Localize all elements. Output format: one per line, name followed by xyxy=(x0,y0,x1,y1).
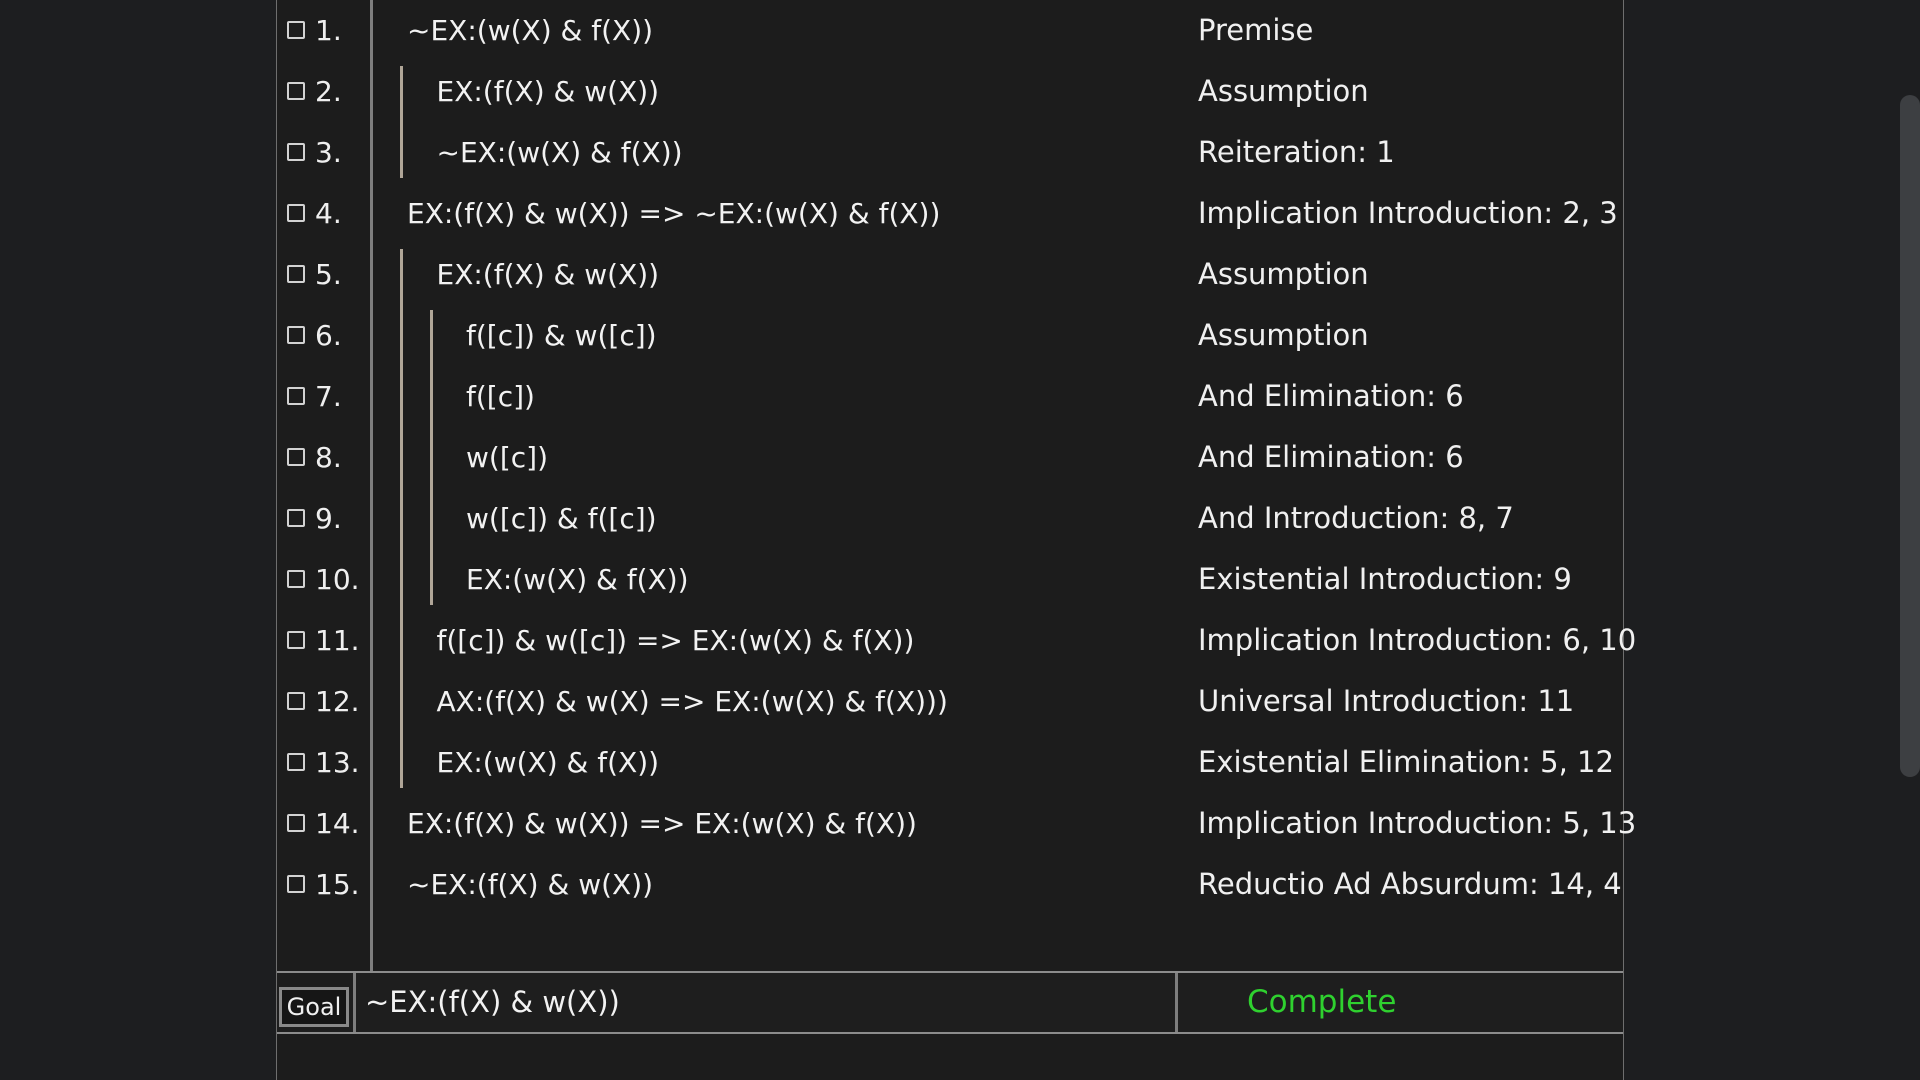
line-number: 14. xyxy=(315,807,360,840)
proof-line: 3. ~EX:(w(X) & f(X)) Reiteration: 1 xyxy=(277,122,1623,183)
line-formula[interactable]: f([c]) & w([c]) xyxy=(466,305,657,366)
line-justification[interactable]: And Elimination: 6 xyxy=(1198,427,1464,488)
proof-line: 13. EX:(w(X) & f(X)) Existential Eliminati… xyxy=(277,732,1623,793)
proof-line: 4. EX:(f(X) & w(X)) => ~EX:(w(X) & f(X)) I… xyxy=(277,183,1623,244)
line-checkbox[interactable] xyxy=(287,631,305,649)
line-checkbox[interactable] xyxy=(287,387,305,405)
proof-line: 7. f([c]) And Elimination: 6 xyxy=(277,366,1623,427)
line-number: 7. xyxy=(315,380,342,413)
line-checkbox[interactable] xyxy=(287,570,305,588)
line-number: 15. xyxy=(315,868,360,901)
line-formula[interactable]: EX:(f(X) & w(X)) xyxy=(437,61,660,122)
line-checkbox[interactable] xyxy=(287,82,305,100)
subproof-bar xyxy=(400,249,403,788)
line-justification[interactable]: Existential Introduction: 9 xyxy=(1198,549,1572,610)
line-checkbox[interactable] xyxy=(287,21,305,39)
proof-line: 1. ~EX:(w(X) & f(X)) Premise xyxy=(277,0,1623,61)
line-number: 12. xyxy=(315,685,360,718)
line-formula[interactable]: f([c]) & w([c]) => EX:(w(X) & f(X)) xyxy=(437,610,915,671)
proof-line: 5. EX:(f(X) & w(X)) Assumption xyxy=(277,244,1623,305)
line-formula[interactable]: w([c]) & f([c]) xyxy=(466,488,657,549)
line-number: 13. xyxy=(315,746,360,779)
line-formula[interactable]: EX:(f(X) & w(X)) => EX:(w(X) & f(X)) xyxy=(407,793,917,854)
proof-panel: 1. ~EX:(w(X) & f(X)) Premise 2. EX:(f(X) & w… xyxy=(276,0,1636,1080)
line-number: 5. xyxy=(315,258,342,291)
line-number: 1. xyxy=(315,14,342,47)
line-justification[interactable]: Reiteration: 1 xyxy=(1198,122,1395,183)
line-justification[interactable]: Premise xyxy=(1198,0,1313,61)
proof-line: 8. w([c]) And Elimination: 6 xyxy=(277,427,1623,488)
line-justification[interactable]: Reductio Ad Absurdum: 14, 4 xyxy=(1198,854,1622,915)
line-number: 10. xyxy=(315,563,360,596)
line-justification[interactable]: And Elimination: 6 xyxy=(1198,366,1464,427)
line-checkbox[interactable] xyxy=(287,326,305,344)
subproof-bar xyxy=(429,310,433,605)
line-checkbox[interactable] xyxy=(287,448,305,466)
line-justification[interactable]: Universal Introduction: 11 xyxy=(1198,671,1574,732)
scrollbar-thumb[interactable] xyxy=(1900,95,1920,777)
goal-divider xyxy=(353,973,356,1032)
subproof-bar xyxy=(400,66,403,178)
line-justification[interactable]: And Introduction: 8, 7 xyxy=(1198,488,1514,549)
line-number: 8. xyxy=(315,441,342,474)
line-number: 9. xyxy=(315,502,342,535)
line-formula[interactable]: EX:(f(X) & w(X)) => ~EX:(w(X) & f(X)) xyxy=(407,183,940,244)
line-justification[interactable]: Assumption xyxy=(1198,61,1369,122)
line-number: 2. xyxy=(315,75,342,108)
status-divider xyxy=(1175,973,1178,1032)
proof-line: 14. EX:(f(X) & w(X)) => EX:(w(X) & f(X)) I… xyxy=(277,793,1636,854)
proof-line: 10. EX:(w(X) & f(X)) Existential Introduct… xyxy=(277,549,1623,610)
line-formula[interactable]: EX:(w(X) & f(X)) xyxy=(466,549,689,610)
goal-row: Goal ~EX:(f(X) & w(X)) Complete xyxy=(277,971,1623,1034)
line-formula[interactable]: AX:(f(X) & w(X) => EX:(w(X) & f(X))) xyxy=(437,671,948,732)
line-checkbox[interactable] xyxy=(287,753,305,771)
line-justification[interactable]: Implication Introduction: 5, 13 xyxy=(1198,793,1636,854)
line-formula[interactable]: EX:(w(X) & f(X)) xyxy=(437,732,660,793)
proof-status: Complete xyxy=(1247,984,1397,1020)
goal-formula: ~EX:(f(X) & w(X)) xyxy=(365,985,620,1019)
line-formula[interactable]: ~EX:(w(X) & f(X)) xyxy=(407,0,653,61)
line-formula[interactable]: f([c]) xyxy=(466,366,535,427)
line-number: 6. xyxy=(315,319,342,352)
line-checkbox[interactable] xyxy=(287,814,305,832)
proof-line: 6. f([c]) & w([c]) Assumption xyxy=(277,305,1623,366)
proof-line: 12. AX:(f(X) & w(X) => EX:(w(X) & f(X))) U… xyxy=(277,671,1623,732)
proof-line: 2. EX:(f(X) & w(X)) Assumption xyxy=(277,61,1623,122)
line-checkbox[interactable] xyxy=(287,875,305,893)
line-justification[interactable]: Assumption xyxy=(1198,305,1369,366)
line-checkbox[interactable] xyxy=(287,265,305,283)
line-formula[interactable]: ~EX:(f(X) & w(X)) xyxy=(407,854,653,915)
line-formula[interactable]: w([c]) xyxy=(466,427,548,488)
proof-line: 9. w([c]) & f([c]) And Introduction: 8, 7 xyxy=(277,488,1623,549)
proof-line: 15. ~EX:(f(X) & w(X)) Reductio Ad Absurdum… xyxy=(277,854,1623,915)
line-formula[interactable]: EX:(f(X) & w(X)) xyxy=(437,244,660,305)
line-justification[interactable]: Implication Introduction: 2, 3 xyxy=(1198,183,1618,244)
line-justification[interactable]: Existential Elimination: 5, 12 xyxy=(1198,732,1614,793)
line-checkbox[interactable] xyxy=(287,204,305,222)
line-number: 4. xyxy=(315,197,342,230)
line-number: 3. xyxy=(315,136,342,169)
line-formula[interactable]: ~EX:(w(X) & f(X)) xyxy=(437,122,683,183)
goal-button[interactable]: Goal xyxy=(279,987,349,1027)
line-justification[interactable]: Assumption xyxy=(1198,244,1369,305)
line-number: 11. xyxy=(315,624,360,657)
line-checkbox[interactable] xyxy=(287,143,305,161)
line-checkbox[interactable] xyxy=(287,509,305,527)
proof-line: 11. f([c]) & w([c]) => EX:(w(X) & f(X)) Im… xyxy=(277,610,1636,671)
line-checkbox[interactable] xyxy=(287,692,305,710)
line-justification[interactable]: Implication Introduction: 6, 10 xyxy=(1198,610,1636,671)
